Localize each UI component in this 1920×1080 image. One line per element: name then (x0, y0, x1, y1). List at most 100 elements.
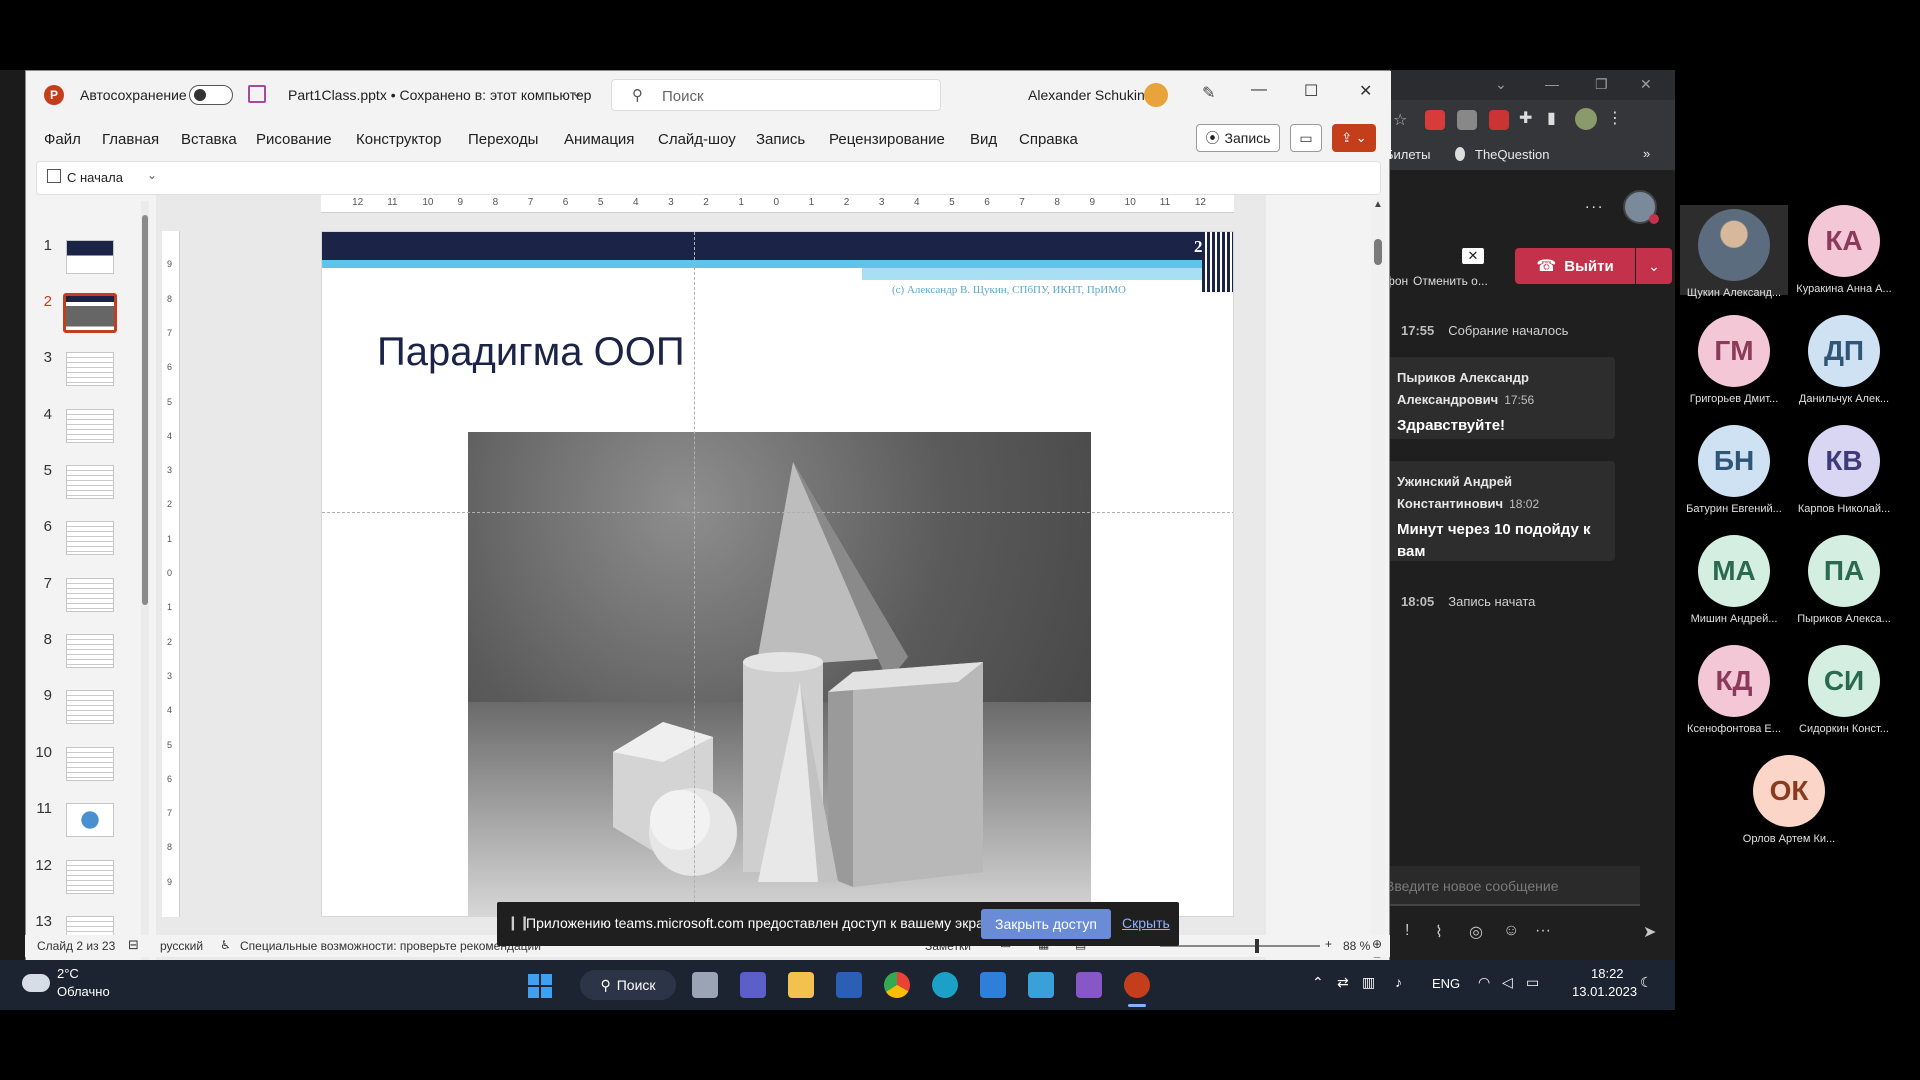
word-icon[interactable] (836, 972, 862, 998)
tab-help[interactable]: Справка (1019, 131, 1078, 148)
slide-thumbnail[interactable] (66, 409, 114, 443)
share-button[interactable]: ⇪ ⌄ (1332, 124, 1376, 152)
zoom-in-icon[interactable]: + (1325, 937, 1332, 951)
slide-thumbnail[interactable] (66, 521, 114, 555)
slide-canvas[interactable]: 2 (c) Александр В. Щукин, СПбПУ, ИКНТ, П… (321, 231, 1234, 917)
send-icon[interactable]: ➤ (1643, 922, 1656, 942)
participant-tile[interactable]: Щукин Александ... (1680, 205, 1788, 299)
vertical-guide[interactable] (694, 232, 695, 916)
scroll-thumb[interactable] (142, 215, 148, 605)
tab-slideshow[interactable]: Слайд-шоу (658, 131, 736, 148)
tab-design[interactable]: Конструктор (356, 131, 442, 148)
minimize-icon[interactable]: — (1251, 81, 1267, 99)
scroll-up-icon[interactable]: ▲ (1373, 199, 1383, 210)
scroll-thumb[interactable] (1374, 239, 1382, 265)
close-icon[interactable]: ✕ (1359, 81, 1372, 101)
from-start-button[interactable]: С начала (67, 170, 123, 185)
edge-icon[interactable] (932, 972, 958, 998)
menu-dots-icon[interactable]: ⋮ (1607, 108, 1623, 128)
tab-review[interactable]: Рецензирование (829, 131, 945, 148)
close-icon[interactable]: ✕ (1640, 76, 1652, 93)
chat-message[interactable]: Ужинский Андрей Константинович 18:02 Мину… (1385, 461, 1615, 561)
autosave-toggle[interactable] (189, 85, 233, 105)
leave-options-button[interactable]: ⌄ (1636, 248, 1672, 284)
slide-counter[interactable]: Слайд 2 из 23 (37, 939, 115, 953)
record-button[interactable]: ⦿ Запись (1196, 124, 1280, 152)
horizontal-guide[interactable] (322, 512, 1233, 513)
file-explorer-icon[interactable] (788, 972, 814, 998)
chat-message[interactable]: Пыриков Александр Александрович 17:56 Здр… (1385, 357, 1615, 439)
participant-tile[interactable]: ОК Орлов Артем Ки... (1735, 755, 1843, 845)
participant-tile[interactable]: ГМ Григорьев Дмит... (1680, 315, 1788, 405)
comments-button[interactable]: ▭ (1290, 124, 1322, 152)
weather-text[interactable]: Облачно (57, 984, 110, 999)
search-input[interactable]: ⚲ Поиск (611, 79, 941, 111)
zoom-level[interactable]: 88 % (1343, 939, 1370, 953)
editor-scrollbar[interactable]: ▲ ▼ ⏶ ⏷ (1371, 199, 1385, 989)
slide-thumbnail[interactable] (66, 690, 114, 724)
fit-slide-icon[interactable]: ⊕ (1372, 937, 1382, 951)
slide-thumbnail[interactable] (66, 240, 114, 274)
puzzle-icon[interactable]: ✚ (1519, 108, 1532, 128)
participant-tile[interactable]: ПА Пыриков Алекса... (1790, 535, 1898, 625)
slide-thumbnail[interactable] (66, 747, 114, 781)
slide-thumbnail[interactable] (63, 293, 117, 333)
participant-tile[interactable]: СИ Сидоркин Конст... (1790, 645, 1898, 735)
focus-assist-icon[interactable]: ☾ (1640, 974, 1653, 991)
clock-date[interactable]: 13.01.2023 (1572, 984, 1637, 999)
teams-chat-icon[interactable] (740, 972, 766, 998)
accessibility-status[interactable]: Специальные возможности: проверьте реком… (240, 939, 541, 953)
weather-temp[interactable]: 2°C (57, 966, 79, 981)
close-icon[interactable]: ✕ (1462, 248, 1484, 264)
priority-icon[interactable]: ! (1405, 922, 1409, 940)
bookmark-thequestion[interactable]: TheQuestion (1475, 147, 1549, 162)
tab-transitions[interactable]: Переходы (468, 131, 538, 148)
tab-draw[interactable]: Рисование (256, 131, 332, 148)
tab-view[interactable]: Вид (970, 131, 997, 148)
slide-thumbnail[interactable] (66, 465, 114, 499)
spellcheck-icon[interactable]: ⊟ (128, 937, 139, 953)
slide-title[interactable]: Парадигма ООП (377, 330, 685, 375)
battery-icon[interactable]: ▭ (1526, 974, 1539, 991)
restore-icon[interactable]: ❐ (1595, 76, 1608, 93)
leave-button[interactable]: ☎ Выйти (1515, 248, 1635, 284)
microphone-icon[interactable]: ♪ (1395, 974, 1402, 990)
participant-tile[interactable]: КВ Карпов Николай... (1790, 425, 1898, 515)
language-indicator[interactable]: русский (160, 939, 203, 953)
compose-input[interactable]: Введите новое сообщение (1385, 866, 1640, 906)
file-title[interactable]: Part1Class.pptx • Сохранено в: этот комп… (288, 87, 591, 103)
emoji-icon[interactable]: ☺ (1503, 922, 1519, 940)
notepad-icon[interactable] (1028, 972, 1054, 998)
bookmarks-more[interactable]: » (1643, 146, 1650, 161)
wifi-icon[interactable]: ◠ (1478, 974, 1490, 991)
more-options-icon[interactable]: ... (1585, 195, 1604, 213)
slide-thumbnail[interactable] (66, 578, 114, 612)
slide-thumbnail[interactable] (66, 803, 114, 837)
chevron-down-icon[interactable]: ⌄ (1495, 76, 1507, 93)
chevron-down-icon[interactable]: ⌄ (571, 84, 583, 101)
windows-start-icon[interactable] (528, 974, 552, 998)
user-avatar[interactable] (1144, 83, 1168, 107)
stop-sharing-button[interactable]: Закрыть доступ (981, 909, 1111, 939)
slide-thumbnail[interactable] (66, 860, 114, 894)
chrome-icon[interactable] (884, 972, 910, 998)
hide-link[interactable]: Скрыть (1122, 915, 1170, 931)
participant-tile[interactable]: КА Куракина Анна А... (1790, 205, 1898, 295)
tab-insert[interactable]: Вставка (181, 131, 237, 148)
task-view-icon[interactable] (692, 972, 718, 998)
pen-icon[interactable]: ✎ (1202, 83, 1215, 103)
input-language[interactable]: ENG (1432, 976, 1460, 991)
taskbar-search[interactable]: ⚲ Поиск (580, 970, 676, 1000)
more-icon[interactable]: ··· (1535, 922, 1551, 940)
mail-icon[interactable] (980, 972, 1006, 998)
powerpoint-taskbar-icon[interactable] (1124, 972, 1150, 998)
participant-tile[interactable]: КД Ксенофонтова Е... (1680, 645, 1788, 735)
chevron-up-icon[interactable]: ⌃ (1312, 974, 1324, 991)
profile-avatar[interactable] (1575, 108, 1597, 130)
minimize-icon[interactable]: — (1545, 76, 1559, 92)
maximize-icon[interactable]: ☐ (1304, 81, 1318, 101)
cancel-label[interactable]: Отменить о... (1413, 274, 1488, 288)
sidebar-icon[interactable]: ▮ (1547, 108, 1556, 128)
user-name[interactable]: Alexander Schukin (1028, 87, 1145, 103)
loop-icon[interactable]: ◎ (1469, 922, 1483, 942)
